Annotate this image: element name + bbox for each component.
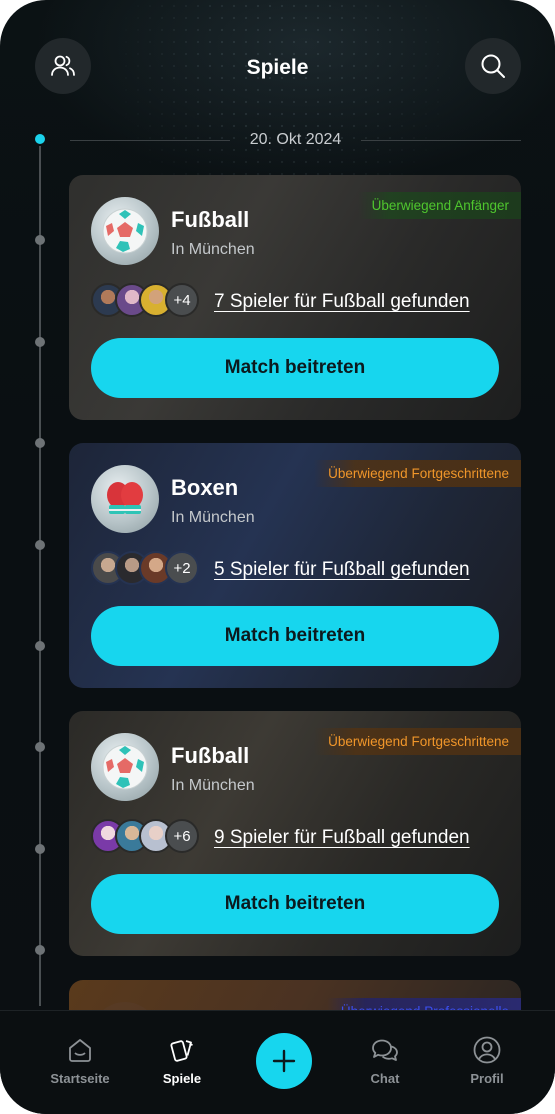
more-players-count: +6 xyxy=(165,819,199,853)
timeline-dot xyxy=(35,844,45,854)
more-players-count: +2 xyxy=(165,551,199,585)
sport-location: In München xyxy=(171,509,255,526)
home-icon xyxy=(69,1039,91,1062)
cards-icon xyxy=(170,1040,193,1062)
nav-label: Chat xyxy=(370,1071,400,1086)
level-badge: Überwiegend Fortgeschrittene xyxy=(314,460,521,487)
match-card[interactable]: Boxen In München Überwiegend Fortgeschri… xyxy=(69,443,521,688)
timeline-dot xyxy=(35,337,45,347)
nav-label: Spiele xyxy=(162,1071,202,1086)
timeline-dot xyxy=(35,540,45,550)
soccer-ball-image xyxy=(91,197,159,265)
players-found-link[interactable]: 7 Spieler für Fußball gefunden xyxy=(214,291,470,313)
nav-item-startseite[interactable]: Startseite xyxy=(35,1035,125,1086)
add-match-button[interactable] xyxy=(256,1033,312,1089)
join-match-button[interactable]: Match beitreten xyxy=(91,338,499,398)
profile-icon xyxy=(473,1036,501,1064)
match-card[interactable]: Fußball In München Überwiegend Fortgesch… xyxy=(69,711,521,956)
nav-label: Profil xyxy=(470,1071,504,1086)
timeline-line xyxy=(39,146,41,1006)
timeline-dot xyxy=(35,742,45,752)
timeline-dot xyxy=(35,641,45,651)
app-screen: Spiele 20. Okt 2024 Fußball In München Ü… xyxy=(0,0,555,1114)
search-button[interactable] xyxy=(465,38,521,94)
sport-location: In München xyxy=(171,241,255,258)
search-icon xyxy=(481,54,505,78)
sport-name: Boxen xyxy=(171,475,239,500)
chat-icon xyxy=(372,1039,398,1061)
date-label: 20. Okt 2024 xyxy=(249,131,342,148)
nav-item-spiele[interactable]: Spiele xyxy=(137,1035,227,1086)
join-match-button[interactable]: Match beitreten xyxy=(91,874,499,934)
plus-icon xyxy=(272,1049,296,1073)
timeline-dot xyxy=(35,235,45,245)
join-match-button[interactable]: Match beitreten xyxy=(91,606,499,666)
nav-label: Startseite xyxy=(50,1071,110,1086)
level-badge: Überwiegend Anfänger xyxy=(357,192,521,219)
boxing-gloves-image xyxy=(91,465,159,533)
boxing-glove-icon xyxy=(107,482,143,514)
soccer-ball-icon xyxy=(102,208,148,254)
player-avatars[interactable]: +4 xyxy=(91,283,211,319)
match-card[interactable]: Fußball In München Überwiegend Anfänger … xyxy=(69,175,521,420)
nav-item-profil[interactable]: Profil xyxy=(442,1035,532,1086)
date-separator: 20. Okt 2024 xyxy=(70,131,521,151)
sport-location: In München xyxy=(171,777,255,794)
sport-name: Fußball xyxy=(171,207,250,232)
level-badge: Überwiegend Fortgeschrittene xyxy=(314,728,521,755)
nav-item-chat[interactable]: Chat xyxy=(340,1035,430,1086)
players-found-link[interactable]: 9 Spieler für Fußball gefunden xyxy=(214,827,470,849)
timeline-dot xyxy=(35,438,45,448)
timeline-current-dot xyxy=(33,132,47,146)
player-avatars[interactable]: +6 xyxy=(91,819,211,855)
sport-name: Fußball xyxy=(171,743,250,768)
more-players-count: +4 xyxy=(165,283,199,317)
player-avatars[interactable]: +2 xyxy=(91,551,211,587)
soccer-ball-icon xyxy=(102,744,148,790)
timeline-dot xyxy=(35,945,45,955)
soccer-ball-image xyxy=(91,733,159,801)
players-found-link[interactable]: 5 Spieler für Fußball gefunden xyxy=(214,559,470,581)
bottom-navigation: Startseite Spiele Chat Profil xyxy=(0,1010,555,1114)
